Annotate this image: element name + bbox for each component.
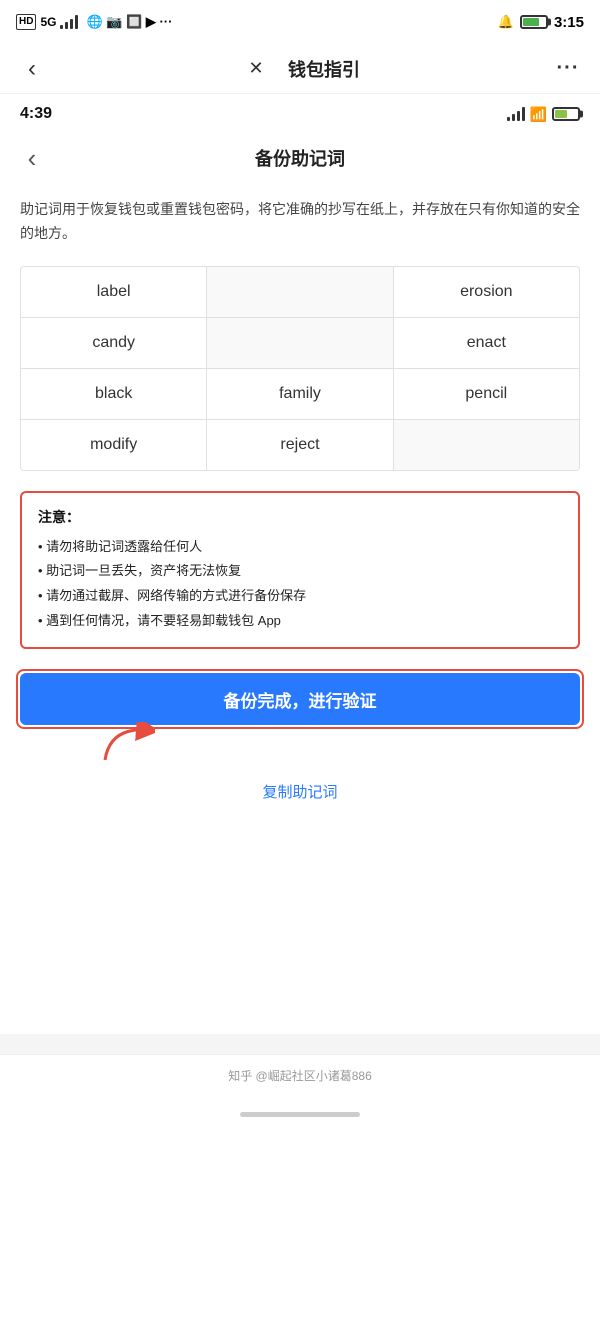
footer-text: 知乎 @崛起社区小诸葛886 [228,1069,372,1083]
warning-box: 注意： • 请勿将助记词透露给任何人 • 助记词一旦丢失，资产将无法恢复 • 请… [20,491,580,650]
description-text: 助记词用于恢复钱包或重置钱包密码，将它准确的抄写在纸上，并存放在只有你知道的安全… [20,198,580,246]
copy-link-button[interactable]: 复制助记词 [20,773,580,810]
inner-nav-title: 备份助记词 [48,145,552,171]
btn-primary-wrapper: 备份完成，进行验证 [20,673,580,725]
inner-signal-bars [507,107,525,121]
inner-back-button[interactable]: ‹ [16,142,48,174]
outer-back-button[interactable]: ‹ [16,53,48,85]
phone-screen: 4:39 📶 ‹ 备份助记词 助记词用于恢复钱包或重置钱包密码，将它准确的抄写在… [0,94,600,1096]
outer-bottom-bar [0,1096,600,1132]
outer-status-right: 🔔 3:15 [498,14,584,31]
arrow-svg [100,722,155,764]
outer-status-left: HD 5G 🌐 📷 🔲 ▶ ··· [16,14,172,30]
hd-badge: HD [16,14,36,30]
signal-text: 5G [40,15,56,29]
bell-icon: 🔔 [498,14,514,30]
footer-bar: 知乎 @崛起社区小诸葛886 [0,1054,600,1096]
mnemonic-cell-4-3 [394,420,579,470]
warning-item-3: • 请勿通过截屏、网络传输的方式进行备份保存 [38,584,562,609]
warning-item-1: • 请勿将助记词透露给任何人 [38,535,562,560]
outer-nav-title: 钱包指引 [288,56,360,82]
mnemonic-cell-1-1: label [21,267,207,317]
warning-title: 注意： [38,507,562,527]
confirm-button[interactable]: 备份完成，进行验证 [20,673,580,725]
inner-battery-icon [552,107,580,121]
outer-time: 3:15 [554,14,584,31]
mnemonic-cell-3-1: black [21,369,207,419]
warning-item-2: • 助记词一旦丢失，资产将无法恢复 [38,559,562,584]
outer-nav: ‹ ✕ 钱包指引 ··· [0,44,600,94]
inner-time: 4:39 [20,105,52,123]
arrow-indicator [100,722,155,769]
mnemonic-row-3: black family pencil [21,369,579,420]
inner-wifi-icon: 📶 [530,106,547,123]
outer-close-button[interactable]: ✕ [240,53,272,85]
mnemonic-cell-2-1: candy [21,318,207,368]
mnemonic-row-1: label erosion [21,267,579,318]
mnemonic-cell-3-3: pencil [394,369,579,419]
confirm-button-wrapper: 备份完成，进行验证 [20,673,580,725]
mnemonic-cell-3-2: family [207,369,393,419]
signal-bars [60,15,78,29]
inner-app: ‹ 备份助记词 助记词用于恢复钱包或重置钱包密码，将它准确的抄写在纸上，并存放在… [0,134,600,1034]
app-icons: 🌐 📷 🔲 ▶ ··· [86,14,172,30]
mnemonic-cell-4-1: modify [21,420,207,470]
inner-nav: ‹ 备份助记词 [0,134,600,182]
mnemonic-cell-4-2: reject [207,420,393,470]
outer-status-bar: HD 5G 🌐 📷 🔲 ▶ ··· 🔔 3:15 [0,0,600,44]
mnemonic-grid: label erosion candy enact [20,266,580,471]
battery-icon [520,15,548,29]
inner-status-bar: 4:39 📶 [0,94,600,134]
warning-item-4: • 遇到任何情况，请不要轻易卸载钱包 App [38,609,562,634]
mnemonic-cell-2-2 [207,318,393,368]
mnemonic-cell-1-3: erosion [394,267,579,317]
mnemonic-cell-1-2 [207,267,393,317]
inner-content: 助记词用于恢复钱包或重置钱包密码，将它准确的抄写在纸上，并存放在只有你知道的安全… [0,182,600,826]
home-indicator [240,1112,360,1117]
outer-more-button[interactable]: ··· [552,53,584,85]
inner-status-icons: 📶 [507,106,580,123]
mnemonic-cell-2-3: enact [394,318,579,368]
mnemonic-row-2: candy enact [21,318,579,369]
mnemonic-row-4: modify reject [21,420,579,470]
